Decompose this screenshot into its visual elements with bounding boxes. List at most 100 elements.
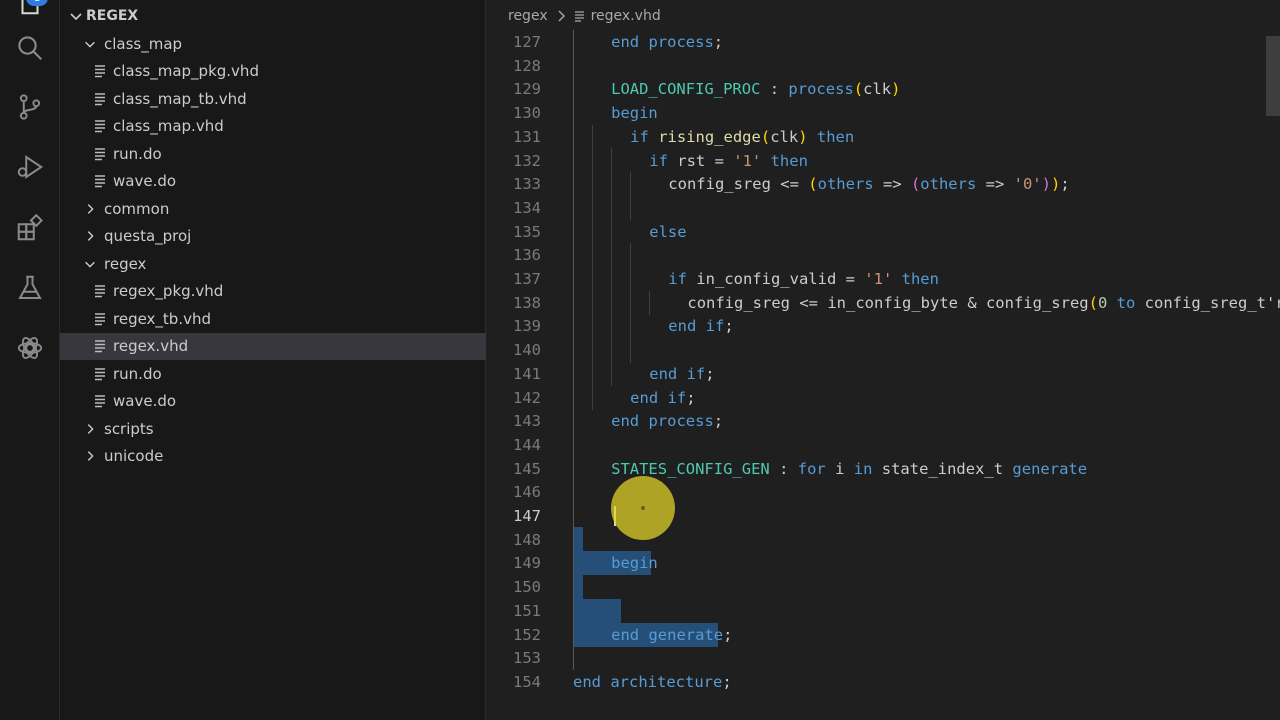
tree-file[interactable]: class_map.vhd xyxy=(60,113,486,140)
code-token: '1' xyxy=(864,270,893,288)
tree-file[interactable]: run.do xyxy=(60,360,486,387)
tree-item-label: unicode xyxy=(104,447,164,465)
code-line[interactable]: 151 xyxy=(486,599,1280,623)
code-line[interactable]: 141 end if; xyxy=(486,362,1280,386)
code-text: end process; xyxy=(611,409,723,433)
breadcrumb-folder[interactable]: regex xyxy=(508,8,548,24)
line-number: 141 xyxy=(513,364,541,383)
code-line[interactable]: 150 xyxy=(486,575,1280,599)
code-text: if in_config_valid = '1' then xyxy=(668,267,939,291)
code-text: if rising_edge(clk) then xyxy=(630,125,854,149)
code-line[interactable]: 135 else xyxy=(486,220,1280,244)
line-number: 137 xyxy=(513,270,541,288)
tree-folder[interactable]: unicode xyxy=(60,443,486,470)
code-token: ) xyxy=(1041,175,1051,194)
code-token: end xyxy=(611,33,640,51)
tree-folder[interactable]: scripts xyxy=(60,415,486,442)
run-debug-icon[interactable] xyxy=(14,151,46,183)
code-line[interactable]: 128 xyxy=(486,54,1280,78)
code-token: LOAD_CONFIG_PROC xyxy=(611,80,761,99)
code-line[interactable]: 134 xyxy=(486,196,1280,220)
code-line[interactable]: 142 end if; xyxy=(486,386,1280,410)
code-token: ; xyxy=(722,672,732,691)
file-lines-icon xyxy=(94,64,106,78)
code-line[interactable]: 154 end architecture; xyxy=(486,670,1280,694)
code-token: ( xyxy=(910,175,921,194)
line-number: 135 xyxy=(513,222,541,241)
code-token: ; xyxy=(713,412,724,431)
explorer-root-label: REGEX xyxy=(86,8,139,24)
code-line[interactable]: 140 xyxy=(486,338,1280,362)
tree-file[interactable]: run.do xyxy=(60,140,486,167)
tree-folder[interactable]: questa_proj xyxy=(60,223,486,250)
code-line[interactable]: 131 if rising_edge(clk) then xyxy=(486,125,1280,149)
code-text: begin xyxy=(611,101,658,125)
code-token: end xyxy=(611,412,640,431)
code-line[interactable]: 133 config_sreg <= (others => (others => … xyxy=(486,172,1280,196)
code-text: config_sreg <= in_config_byte & config_s… xyxy=(687,291,1280,315)
code-token: rising_edge xyxy=(658,127,761,146)
tree-file[interactable]: regex.vhd xyxy=(60,332,486,360)
breadcrumb: regex regex.vhd xyxy=(486,0,1280,32)
code-line[interactable]: 143 end process; xyxy=(486,409,1280,433)
tree-item-label: regex_tb.vhd xyxy=(113,309,212,328)
line-number: 153 xyxy=(513,649,541,668)
code-token: '0' xyxy=(1013,175,1042,194)
code-text: STATES_CONFIG_GEN : for i in state_index… xyxy=(611,457,1087,481)
search-icon[interactable] xyxy=(14,32,46,64)
code-line[interactable]: 139 end if; xyxy=(486,314,1280,338)
vertical-scrollbar[interactable] xyxy=(1266,36,1280,116)
source-control-icon[interactable] xyxy=(14,91,46,123)
chevron-right-icon xyxy=(83,449,97,463)
code-line[interactable]: 130 begin xyxy=(486,101,1280,125)
code-line[interactable]: 148 xyxy=(486,528,1280,552)
code-text: end if; xyxy=(668,314,733,338)
tree-file[interactable]: class_map_tb.vhd xyxy=(60,85,486,112)
code-line[interactable]: 127 end process; xyxy=(486,30,1280,54)
line-number: 138 xyxy=(513,293,541,312)
code-line[interactable]: 147 xyxy=(486,504,1280,528)
code-line[interactable]: 129 LOAD_CONFIG_PROC : process(clk) xyxy=(486,77,1280,101)
code-token: begin xyxy=(611,554,658,573)
code-line[interactable]: 132 if rst = '1' then xyxy=(486,149,1280,173)
tree-file[interactable]: wave.do xyxy=(60,388,486,415)
code-editor[interactable]: regex regex.vhd 127 end process; 128 129 LOA… xyxy=(486,0,1280,720)
tree-file[interactable]: wave.do xyxy=(60,168,486,195)
code-token: others xyxy=(920,175,977,194)
tree-folder[interactable]: regex xyxy=(60,250,486,277)
code-line[interactable]: 144 xyxy=(486,433,1280,457)
tree-file[interactable]: class_map_pkg.vhd xyxy=(60,58,486,85)
code-line[interactable]: 153 xyxy=(486,646,1280,670)
file-lines-icon xyxy=(574,10,585,23)
code-line[interactable]: 145 STATES_CONFIG_GEN : for i in state_in… xyxy=(486,457,1280,481)
code-line[interactable]: 152 end generate; xyxy=(486,623,1280,647)
code-token: config_sreg <= in_config_byte & config_s… xyxy=(687,293,1089,312)
tree-folder[interactable]: class_map xyxy=(60,30,486,57)
code-line[interactable]: 136 xyxy=(486,243,1280,267)
code-line[interactable]: 149 begin xyxy=(486,551,1280,575)
code-token: ( xyxy=(1088,293,1098,312)
explorer-root-header[interactable]: REGEX xyxy=(60,4,485,28)
code-line[interactable]: 137 if in_config_valid = '1' then xyxy=(486,267,1280,291)
breadcrumb-file[interactable]: regex.vhd xyxy=(591,8,661,24)
code-line[interactable]: 138 config_sreg <= in_config_byte & confi… xyxy=(486,291,1280,315)
extensions-icon[interactable] xyxy=(14,212,46,244)
code-token: end xyxy=(573,672,601,691)
testing-icon[interactable] xyxy=(14,272,46,304)
chatgpt-icon[interactable] xyxy=(14,332,46,364)
tree-file[interactable]: regex_pkg.vhd xyxy=(60,278,486,305)
tree-item-label: run.do xyxy=(113,364,162,383)
code-token: => xyxy=(873,175,911,194)
tree-file[interactable]: regex_tb.vhd xyxy=(60,305,486,332)
code-token: begin xyxy=(611,104,658,123)
code-token: clk xyxy=(863,80,892,99)
file-lines-icon xyxy=(94,394,106,408)
tree-folder[interactable]: common xyxy=(60,195,486,222)
code-token: ; xyxy=(713,33,724,51)
code-line[interactable]: 146 xyxy=(486,480,1280,504)
mouse-pointer-dot xyxy=(641,506,645,510)
code-token: generate xyxy=(648,625,724,644)
code-token: if xyxy=(649,151,668,170)
line-number: 150 xyxy=(513,578,541,597)
